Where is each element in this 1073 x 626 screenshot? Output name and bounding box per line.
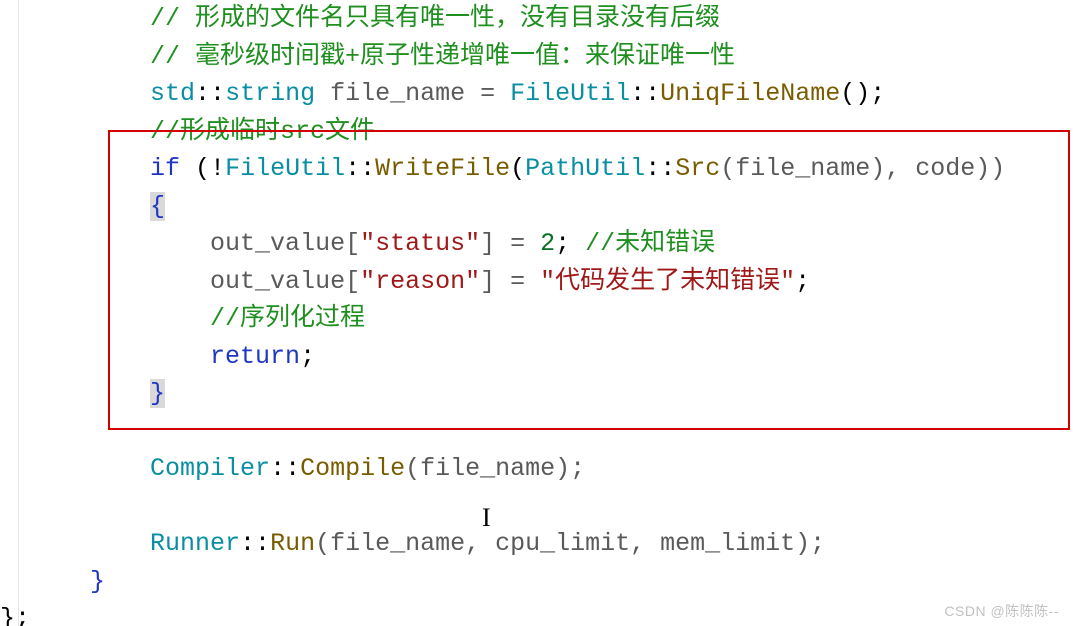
code-punct: ::	[630, 79, 660, 108]
indent	[0, 454, 150, 483]
code-func: Run	[270, 529, 315, 558]
code-keyword: return	[210, 342, 300, 371]
code-ident: out_value[	[210, 267, 360, 296]
code-ident: out_value[	[210, 229, 360, 258]
indent	[0, 267, 210, 296]
code-punct: ::	[645, 154, 675, 183]
code-punct: ::	[240, 529, 270, 558]
code-brace-close: }	[90, 567, 105, 596]
code-type: PathUtil	[525, 154, 645, 183]
code-comment: //未知错误	[585, 229, 715, 258]
code-func: WriteFile	[375, 154, 510, 183]
indent	[0, 79, 150, 108]
indent	[0, 154, 150, 183]
code-punct: ();	[840, 79, 885, 108]
code-comment: //序列化过程	[210, 304, 365, 333]
code-comment: //形成临时src文件	[150, 117, 375, 146]
code-string: "status"	[360, 229, 480, 258]
code-ident: (file_name);	[405, 454, 585, 483]
code-end: };	[0, 604, 30, 626]
indent	[0, 342, 210, 371]
indent	[0, 304, 210, 333]
code-punct: ::	[345, 154, 375, 183]
code-punct: ;	[300, 342, 315, 371]
code-func: Compile	[300, 454, 405, 483]
code-brace-open: {	[150, 192, 165, 221]
code-block: // 形成的文件名只具有唯一性，没有目录没有后缀 // 毫秒级时间戳+原子性递增…	[0, 0, 1073, 626]
indent	[0, 192, 150, 221]
watermark: CSDN @陈陈陈--	[944, 601, 1059, 622]
code-type: Compiler	[150, 454, 270, 483]
code-func: UniqFileName	[660, 79, 840, 108]
code-ident: (file_name, cpu_limit, mem_limit);	[315, 529, 825, 558]
indent	[0, 229, 210, 258]
text-cursor-icon: I	[482, 498, 491, 537]
code-type: std	[150, 79, 195, 108]
code-ident: file_name =	[315, 79, 510, 108]
code-comment: // 形成的文件名只具有唯一性，没有目录没有后缀	[150, 4, 720, 33]
indent	[0, 529, 150, 558]
code-string: "reason"	[360, 267, 480, 296]
code-punct: (!	[180, 154, 225, 183]
indent	[0, 379, 150, 408]
code-brace-close: }	[150, 379, 165, 408]
code-ident: ] =	[480, 267, 540, 296]
indent	[0, 567, 90, 596]
code-keyword: if	[150, 154, 180, 183]
code-type: FileUtil	[225, 154, 345, 183]
code-type: Runner	[150, 529, 240, 558]
code-comment: // 毫秒级时间戳+原子性递增唯一值：来保证唯一性	[150, 42, 735, 71]
code-punct: ;	[795, 267, 810, 296]
code-punct: ;	[555, 229, 585, 258]
code-punct: (	[510, 154, 525, 183]
indent	[0, 117, 150, 146]
code-string: "代码发生了未知错误"	[540, 267, 795, 296]
code-ident: (file_name), code))	[720, 154, 1005, 183]
code-type: string	[225, 79, 315, 108]
code-punct: ::	[195, 79, 225, 108]
indent	[0, 4, 150, 33]
code-punct: ::	[270, 454, 300, 483]
indent	[0, 42, 150, 71]
code-number: 2	[540, 229, 555, 258]
code-type: FileUtil	[510, 79, 630, 108]
code-ident: ] =	[480, 229, 540, 258]
code-func: Src	[675, 154, 720, 183]
